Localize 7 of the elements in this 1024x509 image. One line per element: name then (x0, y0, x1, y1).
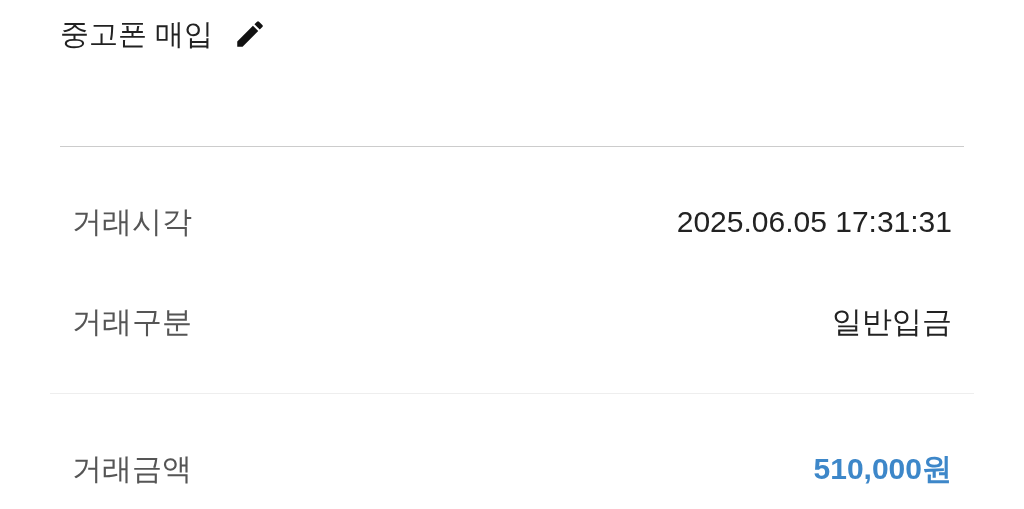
row-label: 거래시각 (72, 203, 192, 240)
row-value: 510,000원 (813, 450, 952, 487)
page-title: 중고폰 매입 (60, 17, 214, 52)
row-label: 거래구분 (72, 303, 192, 340)
row-value: 일반입금 (832, 303, 952, 340)
row-label: 거래금액 (72, 450, 192, 487)
row-value: 2025.06.05 17:31:31 (676, 203, 952, 240)
